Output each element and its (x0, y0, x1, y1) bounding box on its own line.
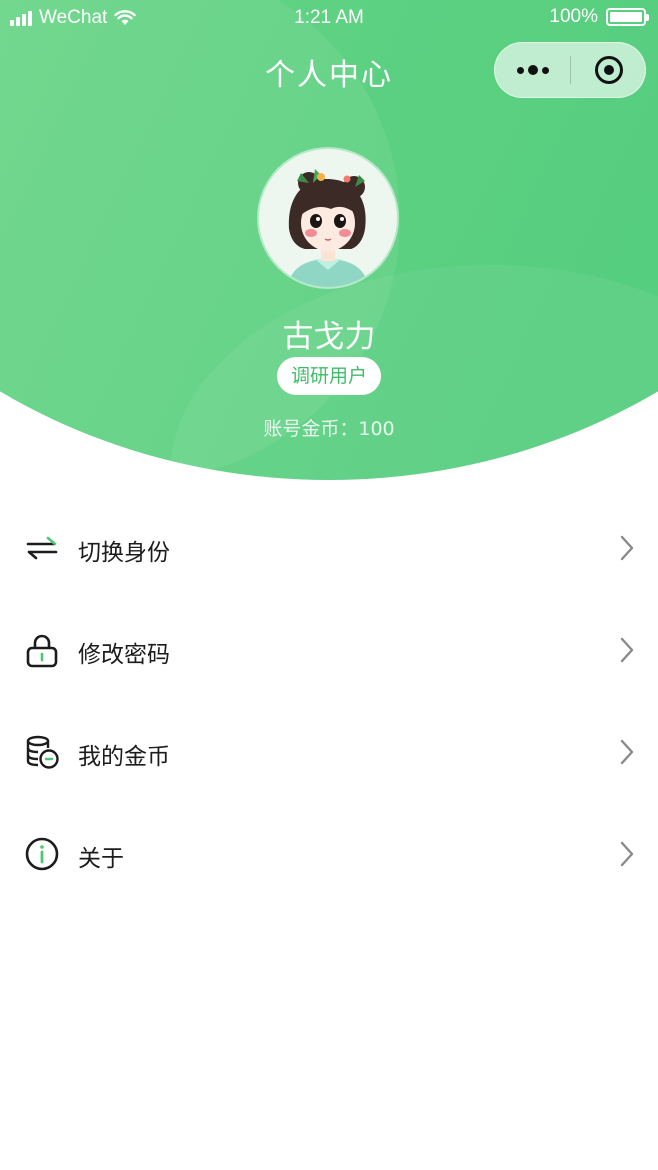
status-right: 100% (549, 6, 649, 28)
menu-item-label: 切换身份 (78, 540, 170, 566)
more-dots-icon (527, 65, 538, 75)
chevron-right-icon (620, 535, 634, 561)
menu-item-change-password[interactable]: 修改密码 (0, 599, 658, 701)
close-mini-program-button[interactable] (571, 43, 646, 97)
menu-item-my-coins[interactable]: 我的金币 (0, 701, 658, 803)
status-bar: WeChat 1:21 AM 100% (0, 0, 658, 38)
more-dots-icon (541, 66, 549, 74)
mini-program-capsule (494, 42, 646, 98)
lock-icon (26, 634, 58, 668)
menu-item-label: 关于 (78, 846, 124, 872)
avatar-girl-illustration (259, 149, 397, 287)
account-coins: 账号金币：100 (263, 418, 395, 440)
coins-icon (26, 735, 59, 769)
battery-percentage: 100% (549, 6, 598, 27)
more-dots-icon (516, 66, 524, 74)
menu-item-about[interactable]: 关于 (0, 803, 658, 905)
menu-item-label: 修改密码 (78, 642, 170, 668)
chevron-right-icon (620, 841, 634, 867)
avatar[interactable] (259, 149, 397, 287)
role-badge: 调研用户 (277, 357, 381, 395)
user-name: 古戈力 (282, 319, 376, 355)
settings-menu: 切换身份 修改密码 我的金币 关于 (0, 497, 658, 905)
more-options-button[interactable] (495, 43, 570, 97)
chevron-right-icon (620, 637, 634, 663)
target-close-icon (594, 56, 623, 84)
chevron-right-icon (620, 739, 634, 765)
menu-item-switch-identity[interactable]: 切换身份 (0, 497, 658, 599)
info-icon (25, 837, 59, 871)
switch-arrows-icon (26, 536, 58, 560)
battery-icon (606, 8, 649, 26)
menu-item-label: 我的金币 (78, 744, 170, 770)
